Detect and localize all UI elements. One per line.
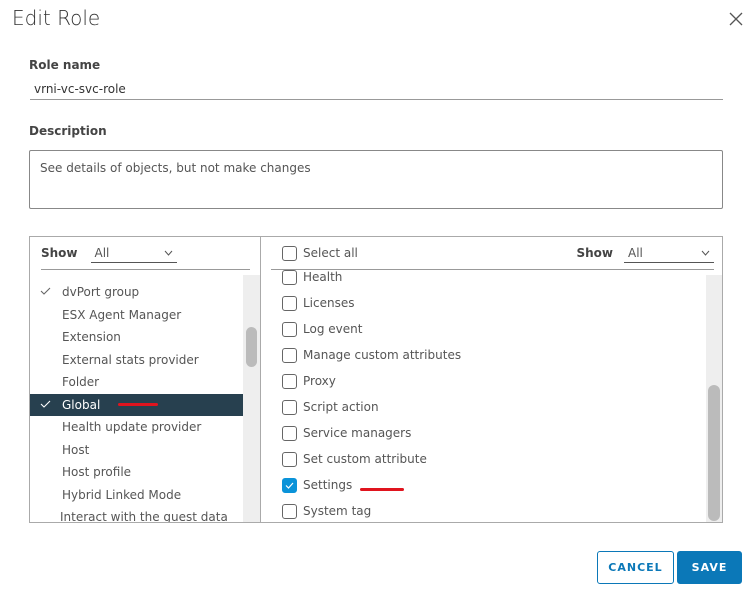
select-all-label: Select all xyxy=(303,246,358,260)
privilege-list: Health Licenses Log event Manage custom att… xyxy=(261,270,706,522)
category-item[interactable]: ESX Agent Manager xyxy=(30,304,243,326)
category-item[interactable]: Folder xyxy=(30,371,243,393)
category-label: External stats provider xyxy=(62,352,199,367)
privilege-checkbox[interactable] xyxy=(282,347,297,363)
privilege-checkbox[interactable] xyxy=(282,451,297,467)
check-icon xyxy=(40,400,51,408)
right-scroll-thumb[interactable] xyxy=(708,385,720,521)
category-item[interactable]: Health update provider xyxy=(30,416,243,438)
privilege-checkbox[interactable] xyxy=(282,477,297,493)
privilege-label: Log event xyxy=(303,322,363,336)
check-icon xyxy=(40,287,51,295)
privilege-label: System tag xyxy=(303,504,372,518)
privilege-item[interactable]: Log event xyxy=(282,316,362,342)
privilege-item[interactable]: Service managers xyxy=(282,420,411,446)
privilege-item[interactable]: Health xyxy=(282,270,342,290)
privilege-label: Proxy xyxy=(303,374,336,388)
left-scrollbar[interactable] xyxy=(243,275,260,522)
privilege-label: Set custom attribute xyxy=(303,452,427,466)
show-label: Show xyxy=(576,246,613,260)
privilege-label: Settings xyxy=(303,478,353,492)
category-label: Health update provider xyxy=(62,420,202,434)
privilege-checkbox[interactable] xyxy=(282,425,297,441)
description-textarea[interactable]: See details of objects, but not make cha… xyxy=(29,150,723,209)
category-item[interactable]: External stats provider xyxy=(30,349,243,371)
right-panel-header: Select all Show All xyxy=(271,237,714,270)
privilege-checkbox[interactable] xyxy=(282,295,297,311)
privilege-checkbox[interactable] xyxy=(282,373,297,389)
chevron-down-icon xyxy=(164,250,172,256)
right-show-value: All xyxy=(628,245,643,260)
left-panel-header: Show All xyxy=(41,237,250,270)
privilege-checkbox[interactable] xyxy=(282,270,297,285)
cancel-button[interactable]: CANCEL xyxy=(597,551,674,584)
category-item[interactable]: dvPort group xyxy=(30,281,243,303)
privilege-label: Manage custom attributes xyxy=(303,348,462,362)
close-icon[interactable] xyxy=(726,9,746,29)
category-label: Host xyxy=(62,442,90,457)
category-label: Folder xyxy=(62,375,100,389)
chevron-down-icon xyxy=(701,250,710,256)
privilege-checkbox[interactable] xyxy=(282,321,297,337)
privilege-item[interactable]: Proxy xyxy=(282,368,336,394)
role-name-input[interactable] xyxy=(30,78,723,100)
privilege-checkbox[interactable] xyxy=(282,503,297,519)
privilege-label: Service managers xyxy=(303,426,412,440)
category-label: Hybrid Linked Mode xyxy=(62,487,182,502)
privilege-item[interactable]: System tag xyxy=(282,498,371,522)
left-scroll-thumb[interactable] xyxy=(246,327,257,367)
category-item[interactable]: Host xyxy=(30,439,243,461)
category-item[interactable]: Interact with the guest data xyxy=(30,506,243,522)
privilege-label: Script action xyxy=(303,400,379,414)
category-label: ESX Agent Manager xyxy=(62,307,182,322)
category-item[interactable]: Hybrid Linked Mode xyxy=(30,484,243,506)
annotation-underline xyxy=(360,488,404,491)
category-item[interactable]: Extension xyxy=(30,326,243,348)
category-list: dvPort group ESX Agent Manager Extension Ex… xyxy=(30,270,243,522)
privilege-item[interactable]: Licenses xyxy=(282,290,355,316)
privilege-item[interactable]: Settings xyxy=(282,472,352,498)
privilege-item[interactable]: Script action xyxy=(282,394,379,420)
category-label: Host profile xyxy=(62,465,132,479)
description-label: Description xyxy=(29,124,107,138)
privilege-category-panel: Show All dvPort group ESX Agent Manager Ex… xyxy=(29,236,261,523)
privilege-item[interactable]: Set custom attribute xyxy=(282,446,427,472)
category-item[interactable]: Host profile xyxy=(30,461,243,483)
role-name-label: Role name xyxy=(29,58,101,72)
select-all-checkbox[interactable] xyxy=(282,245,297,261)
privilege-label: Health xyxy=(303,270,343,284)
right-scrollbar[interactable] xyxy=(706,275,722,522)
privilege-label: Licenses xyxy=(303,296,355,310)
category-label: Extension xyxy=(62,330,121,344)
left-show-value: All xyxy=(94,245,110,260)
category-label: Global xyxy=(62,397,101,412)
show-label: Show xyxy=(41,246,78,260)
left-show-select[interactable]: All xyxy=(90,243,177,263)
annotation-underline xyxy=(118,403,158,406)
dialog-title: Edit Role xyxy=(12,6,101,30)
privilege-checkbox[interactable] xyxy=(282,399,297,415)
privilege-panel: Select all Show All Health Licenses Log ev… xyxy=(260,236,723,523)
category-label: dvPort group xyxy=(62,285,140,299)
check-icon xyxy=(285,482,294,489)
privilege-item[interactable]: Manage custom attributes xyxy=(282,342,461,368)
save-button[interactable]: SAVE xyxy=(677,551,742,584)
category-label: Interact with the guest data xyxy=(60,510,228,522)
right-show-select[interactable]: All xyxy=(624,243,714,263)
